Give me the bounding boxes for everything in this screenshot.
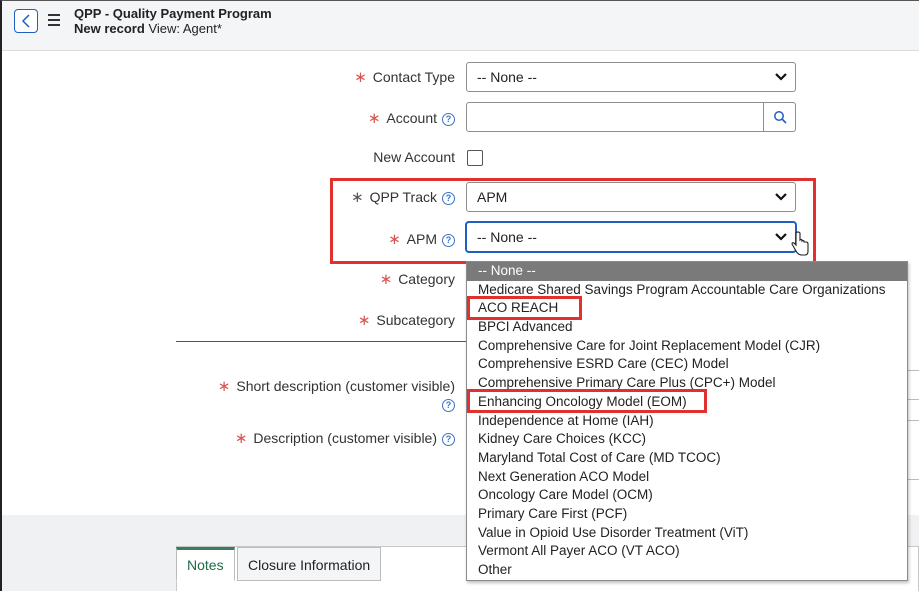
chevron-left-icon (21, 14, 30, 28)
required-asterisk-icon: ∗ (357, 312, 371, 329)
apm-option[interactable]: -- None -- (467, 262, 907, 281)
category-label: ∗ Category (379, 271, 455, 288)
help-icon[interactable]: ? (442, 113, 455, 126)
view-name: View: Agent* (148, 21, 222, 36)
hamburger-menu-icon[interactable] (48, 14, 60, 26)
required-asterisk-icon: ∗ (354, 69, 367, 86)
apm-option[interactable]: Value in Opioid Use Disorder Treatment (… (467, 524, 907, 543)
apm-option[interactable]: Oncology Care Model (OCM) (467, 486, 907, 505)
apm-option[interactable]: Other (467, 561, 907, 580)
chevron-down-icon (775, 193, 787, 201)
subcategory-label: ∗ Subcategory (357, 312, 455, 329)
help-icon[interactable]: ? (442, 234, 455, 247)
record-status: New record (74, 21, 145, 36)
contact-type-select[interactable]: -- None -- (466, 62, 796, 92)
form-header: QPP - Quality Payment Program New record… (2, 1, 919, 51)
apm-option[interactable]: Next Generation ACO Model (467, 468, 907, 487)
required-asterisk-icon: ∗ (388, 231, 401, 248)
short-description-label: ∗ Short description (customer visible)? (217, 378, 455, 412)
account-label: ∗ Account? (368, 109, 455, 127)
back-button[interactable] (14, 9, 38, 33)
tab-closure-information[interactable]: Closure Information (237, 547, 382, 581)
apm-label: ∗ APM? (388, 230, 455, 248)
required-asterisk-icon: ∗ (234, 430, 248, 447)
required-asterisk-icon: ∗ (217, 378, 231, 395)
search-icon (773, 111, 787, 124)
section-divider (176, 341, 466, 342)
new-account-checkbox[interactable] (467, 150, 483, 166)
highlight-box-aco-reach (467, 296, 582, 320)
help-icon[interactable]: ? (442, 192, 455, 205)
required-asterisk-icon: ∗ (350, 189, 364, 206)
chevron-down-icon (775, 233, 787, 241)
apm-select[interactable]: -- None -- (466, 222, 796, 252)
required-asterisk-icon: ∗ (379, 271, 393, 288)
hand-cursor-icon (791, 231, 809, 256)
apm-option[interactable]: Kidney Care Choices (KCC) (467, 430, 907, 449)
new-account-label: New Account (373, 149, 455, 165)
description-label: ∗ Description (customer visible)? (235, 429, 455, 447)
apm-option[interactable]: Vermont All Payer ACO (VT ACO) (467, 542, 907, 561)
help-icon[interactable]: ? (442, 433, 455, 446)
required-asterisk-icon: ∗ (367, 110, 381, 127)
apm-option[interactable]: Maryland Total Cost of Care (MD TCOC) (467, 449, 907, 468)
help-icon[interactable]: ? (442, 399, 455, 412)
apm-option[interactable]: Comprehensive ESRD Care (CEC) Model (467, 355, 907, 374)
account-search-button[interactable] (764, 102, 796, 132)
page-subtitle: New record View: Agent* (74, 21, 222, 36)
tab-notes[interactable]: Notes (176, 547, 235, 581)
account-input[interactable] (466, 102, 764, 132)
chevron-down-icon (775, 73, 787, 81)
apm-option[interactable]: Independence at Home (IAH) (467, 412, 907, 431)
highlight-box-eom (467, 389, 707, 413)
apm-option[interactable]: Primary Care First (PCF) (467, 505, 907, 524)
qpp-track-label: ∗ QPP Track? (351, 188, 455, 206)
contact-type-label: ∗ Contact Type (354, 69, 455, 86)
apm-option[interactable]: BPCI Advanced (467, 318, 907, 337)
qpp-track-select[interactable]: APM (466, 182, 796, 212)
page-title: QPP - Quality Payment Program (74, 6, 272, 21)
apm-option[interactable]: Comprehensive Care for Joint Replacement… (467, 337, 907, 356)
